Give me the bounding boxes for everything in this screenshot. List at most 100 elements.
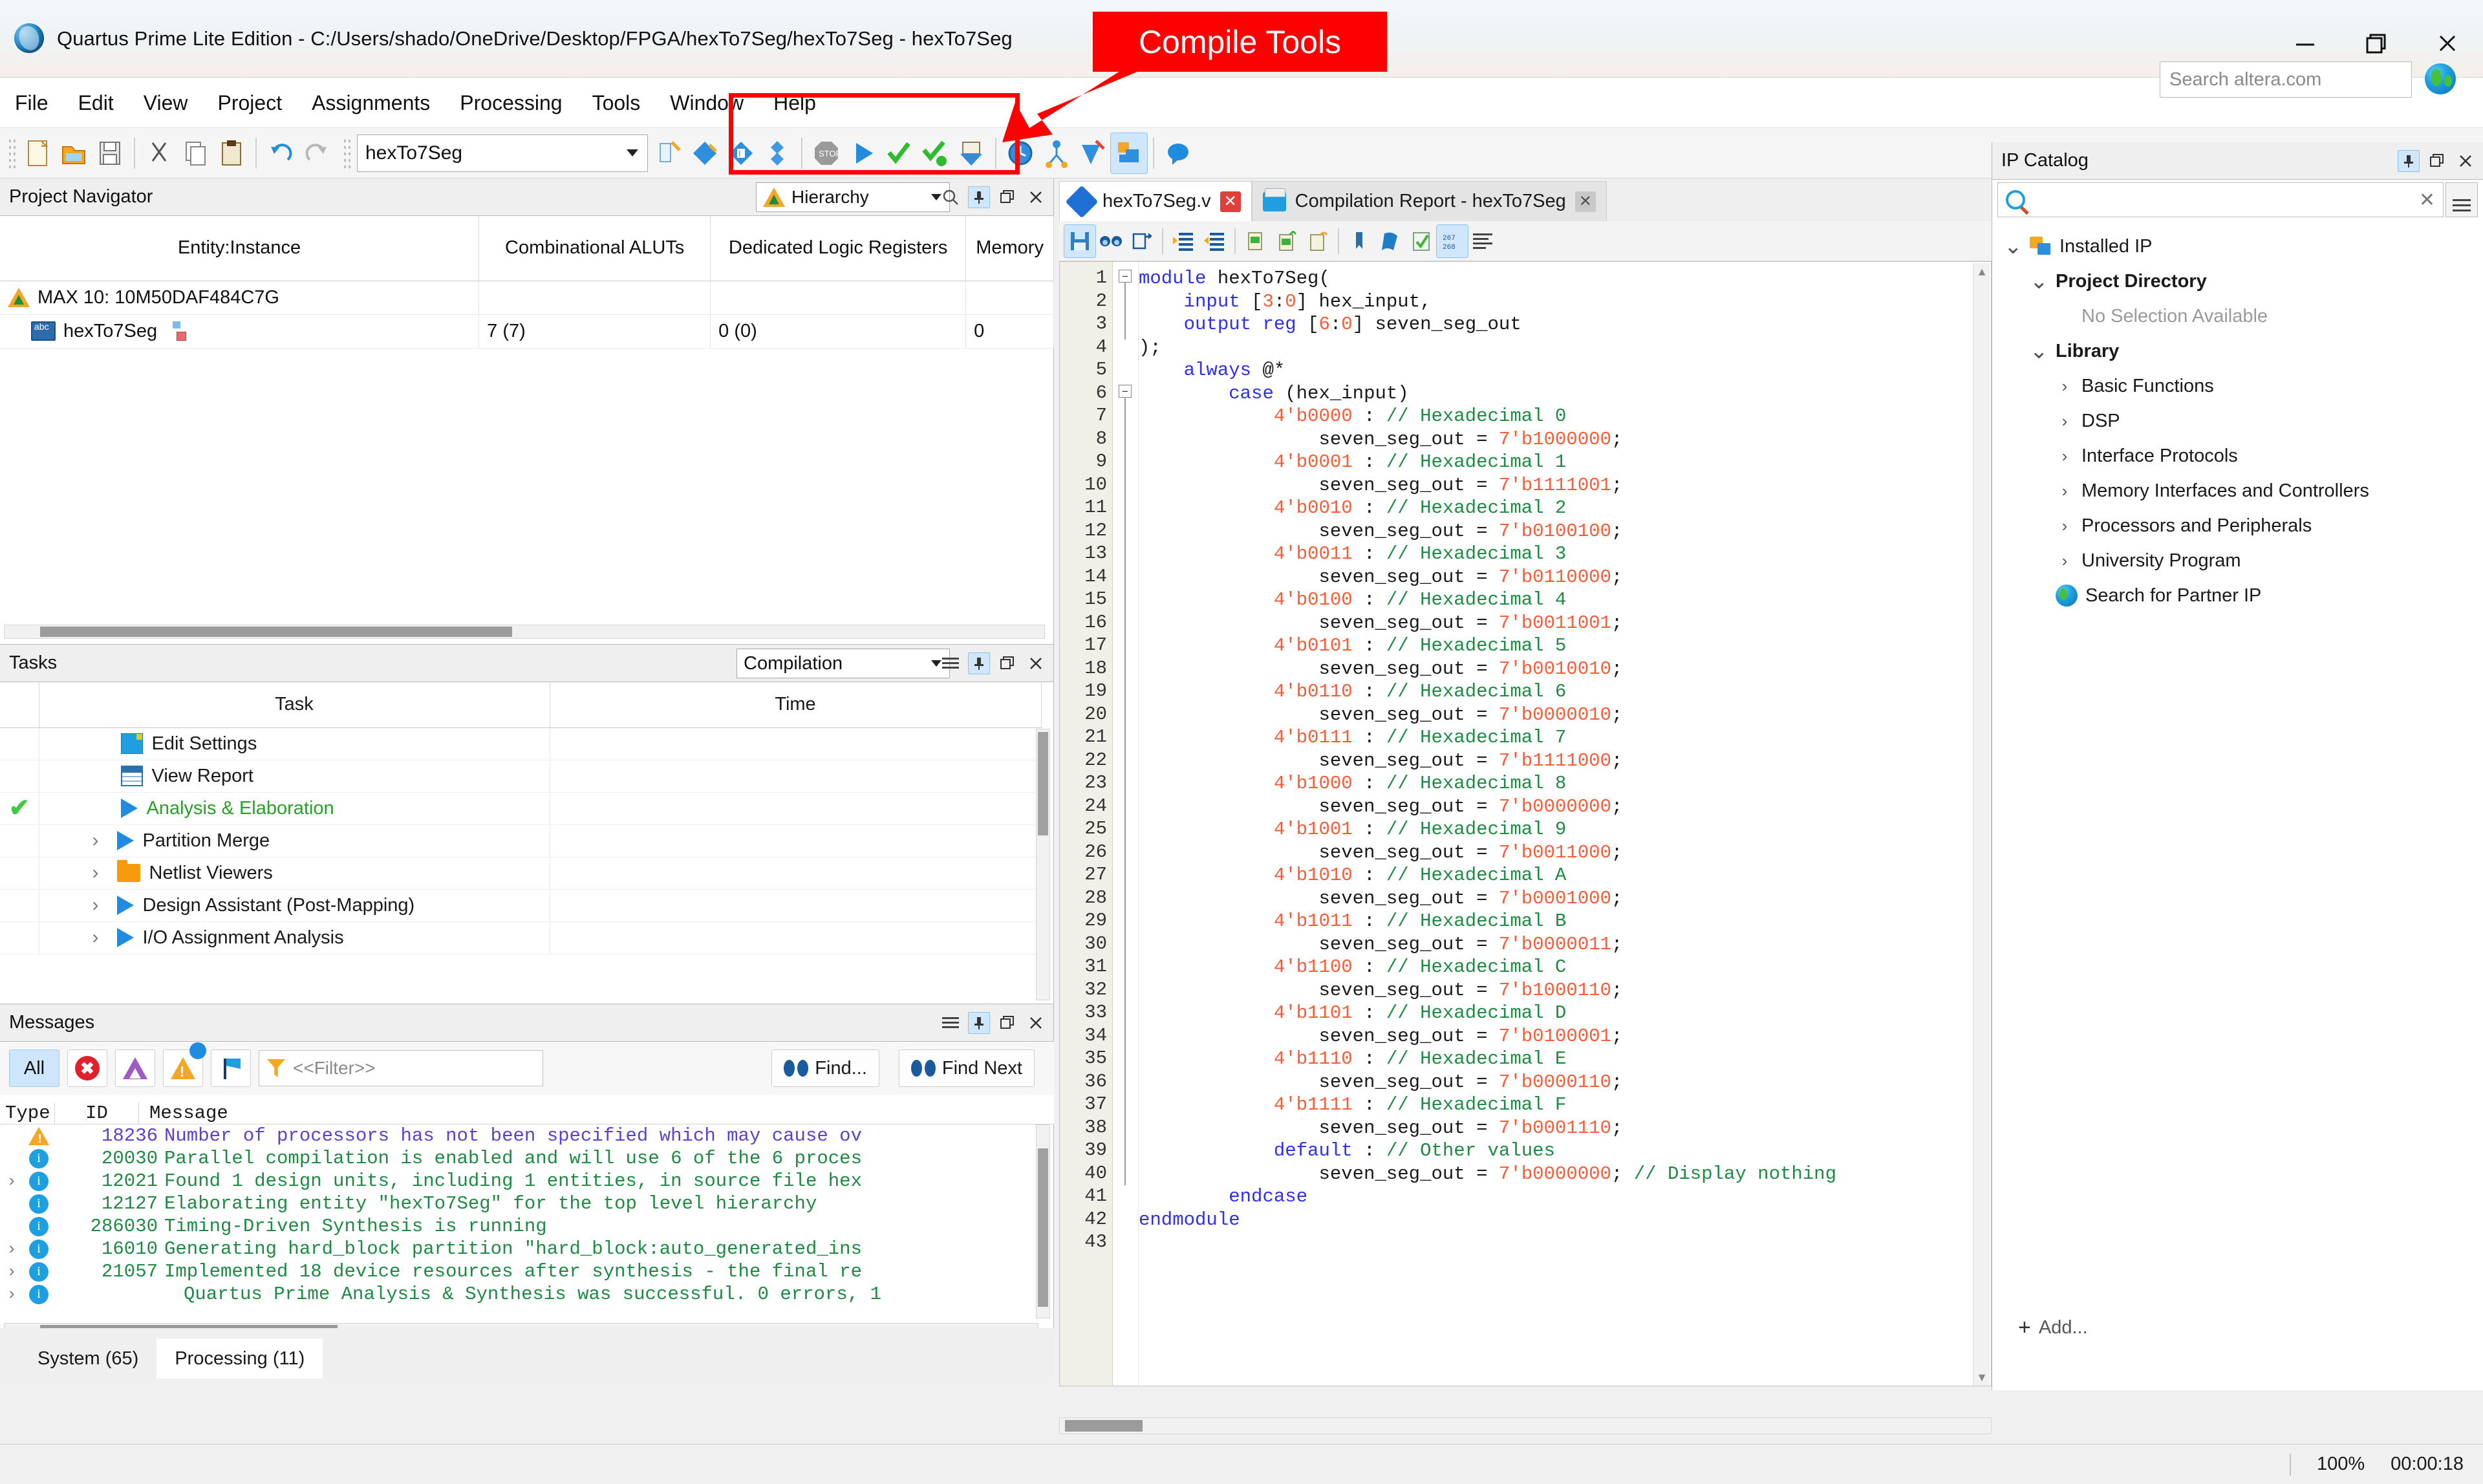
help-bubble-icon[interactable] [1160,133,1196,173]
scroll-thumb[interactable] [1038,732,1048,835]
filter-all-button[interactable]: All [9,1049,59,1087]
cut-icon[interactable] [141,133,177,173]
filter-warning-button[interactable] [163,1042,206,1087]
code-line[interactable]: seven_seg_out = 7'b1111001; [1139,474,1965,497]
code-line[interactable]: seven_seg_out = 7'b0000000; [1139,795,1965,819]
comment-icon[interactable] [1240,225,1271,257]
project-navigator-hscrollbar[interactable] [4,625,1045,639]
find-icon[interactable] [1095,225,1126,257]
chevron-down-icon[interactable]: ⌄ [2030,268,2048,294]
table-row[interactable]: › Design Assistant (Post-Mapping) [0,889,1042,922]
undock-icon[interactable] [2426,150,2448,172]
list-item[interactable]: › i Quartus Prime Analysis & Synthesis w… [0,1283,1054,1306]
menu-tools[interactable]: Tools [577,78,656,128]
open-folder-icon[interactable] [56,133,92,173]
menu-view[interactable]: View [129,78,203,128]
tasks-vscrollbar[interactable] [1036,729,1050,1000]
pin-icon[interactable] [968,1012,990,1034]
fold-marker-module[interactable]: − [1119,270,1132,283]
new-file-icon[interactable] [19,133,56,173]
code-line[interactable]: 4'b1001 : // Hexadecimal 9 [1139,818,1965,841]
chevron-right-icon[interactable]: › [92,862,108,884]
code-line[interactable]: seven_seg_out = 7'b0000000; // Display n… [1139,1163,1965,1186]
project-selector-combo[interactable]: hexTo7Seg [357,134,648,172]
code-line[interactable]: seven_seg_out = 7'b1000000; [1139,428,1965,451]
code-line[interactable]: 4'b1101 : // Hexadecimal D [1139,1002,1965,1025]
code-vscrollbar[interactable]: ▲ ▼ [1973,263,1990,1386]
list-item[interactable]: › i 16010 Generating hard_block partitio… [0,1238,1054,1260]
code-line[interactable]: seven_seg_out = 7'b0010010; [1139,658,1965,681]
ip-tree-item[interactable]: No Selection Available [1992,299,2483,334]
filter-error-button[interactable]: ✖ [67,1049,107,1087]
ip-catalog-tree[interactable]: ⌄ Installed IP ⌄ Project Directory No Select… [1992,225,2483,1382]
stop-icon[interactable]: STOP [808,133,844,173]
fold-marker-case[interactable]: − [1119,385,1132,398]
messages-vscrollbar[interactable] [1036,1124,1050,1318]
close-icon[interactable]: ✕ [1575,191,1596,212]
toolbar-grip-2[interactable] [341,136,350,170]
code-line[interactable]: 4'b0111 : // Hexadecimal 7 [1139,726,1965,749]
compile-design-icon[interactable] [650,133,687,173]
redo-icon[interactable] [299,133,335,173]
close-icon[interactable] [1025,1012,1047,1034]
code-line[interactable]: seven_seg_out = 7'b0100001; [1139,1025,1965,1048]
menu-edit[interactable]: Edit [63,78,129,128]
code-line[interactable]: seven_seg_out = 7'b0001110; [1139,1117,1965,1140]
pin-icon[interactable] [968,186,990,208]
find-button[interactable]: Find... [771,1049,879,1087]
code-line[interactable]: endcase [1139,1185,1965,1209]
increase-indent-icon[interactable] [1168,225,1199,257]
chevron-right-icon[interactable]: › [2056,376,2074,396]
scroll-thumb[interactable] [1038,1148,1048,1307]
tab-hexto7seg-v[interactable]: hexTo7Seg.v ✕ [1059,181,1252,221]
code-line[interactable]: ); [1139,336,1965,360]
filter-info-button[interactable] [211,1049,251,1087]
expand-icon[interactable]: › [0,1262,23,1282]
list-item[interactable]: › i 12021 Found 1 design units, includin… [0,1170,1054,1192]
filter-critical-warning-button[interactable] [115,1049,155,1087]
code-line[interactable]: case (hex_input) [1139,382,1965,405]
expand-icon[interactable]: › [0,1172,23,1191]
tab-processing[interactable]: Processing (11) [156,1339,323,1379]
code-line[interactable]: always @* [1139,359,1965,382]
clear-search-icon[interactable]: ✕ [2419,189,2435,211]
undock-icon[interactable] [996,652,1018,674]
ip-tree-item[interactable]: › Memory Interfaces and Controllers [1992,473,2483,508]
menu-processing[interactable]: Processing [445,78,577,128]
code-editor[interactable]: 1 2 3 4 5 6 7 8 9 10 11 12 13 14 15 16 17 18 19 20 21 22 23 24 2… [1059,261,1992,1386]
tab-system[interactable]: System (65) [19,1339,157,1379]
insert-template-icon[interactable] [1302,225,1333,257]
code-line[interactable]: 4'b1000 : // Hexadecimal 8 [1139,772,1965,795]
code-line[interactable]: seven_seg_out = 7'b0000011; [1139,933,1965,956]
messages-list[interactable]: 18236 Number of processors has not been … [0,1124,1054,1325]
ip-tree-item[interactable]: › DSP [1992,403,2483,438]
chevron-right-icon[interactable]: › [2056,551,2074,571]
fitter-icon[interactable]: I [723,133,759,173]
ip-tree-item[interactable]: › Basic Functions [1992,369,2483,403]
copy-icon[interactable] [177,133,213,173]
code-line[interactable]: seven_seg_out = 7'b0011001; [1139,612,1965,635]
chevron-right-icon[interactable]: › [2056,411,2074,431]
code-line[interactable]: 4'b0110 : // Hexadecimal 6 [1139,680,1965,704]
ip-tree-item[interactable]: ⌄ Installed IP [1992,229,2483,264]
undo-icon[interactable] [263,133,299,173]
scroll-down-icon[interactable]: ▼ [1973,1369,1990,1386]
ip-tree-item[interactable]: Search for Partner IP [1992,578,2483,613]
code-line[interactable]: output reg [6:0] seven_seg_out [1139,313,1965,336]
code-lines[interactable]: module hexTo7Seg( input [3:0] hex_input,… [1139,267,1965,1231]
save-icon[interactable] [92,133,128,173]
pin-icon[interactable] [968,652,990,674]
bookmark-icon[interactable] [1344,225,1375,257]
find-next-button[interactable]: Find Next [898,1049,1035,1087]
code-line[interactable]: 4'b0101 : // Hexadecimal 5 [1139,634,1965,658]
list-item[interactable]: i 20030 Parallel compilation is enabled … [0,1147,1054,1170]
menu-window[interactable]: Window [655,78,758,128]
close-icon[interactable] [1025,652,1047,674]
chevron-right-icon[interactable]: › [2056,481,2074,501]
menu-project[interactable]: Project [202,78,297,128]
tab-compilation-report[interactable]: Compilation Report - hexTo7Seg ✕ [1251,181,1607,221]
code-line[interactable]: 4'b1110 : // Hexadecimal E [1139,1048,1965,1071]
code-line[interactable]: input [3:0] hex_input, [1139,290,1965,314]
tasks-flow-combo[interactable]: Compilation [736,649,950,678]
ip-tree-item[interactable]: › Processors and Peripherals [1992,508,2483,543]
